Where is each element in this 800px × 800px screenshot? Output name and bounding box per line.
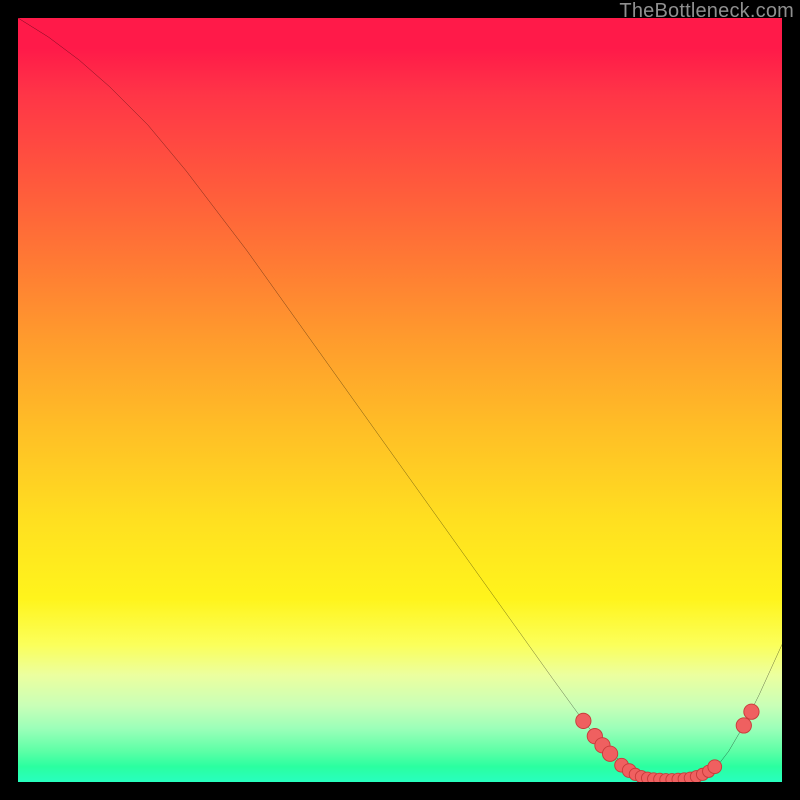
plot-area [18,18,782,782]
watermark-text: TheBottleneck.com [619,0,794,23]
chart-stage: TheBottleneck.com [0,0,800,800]
gradient-background [18,18,782,782]
